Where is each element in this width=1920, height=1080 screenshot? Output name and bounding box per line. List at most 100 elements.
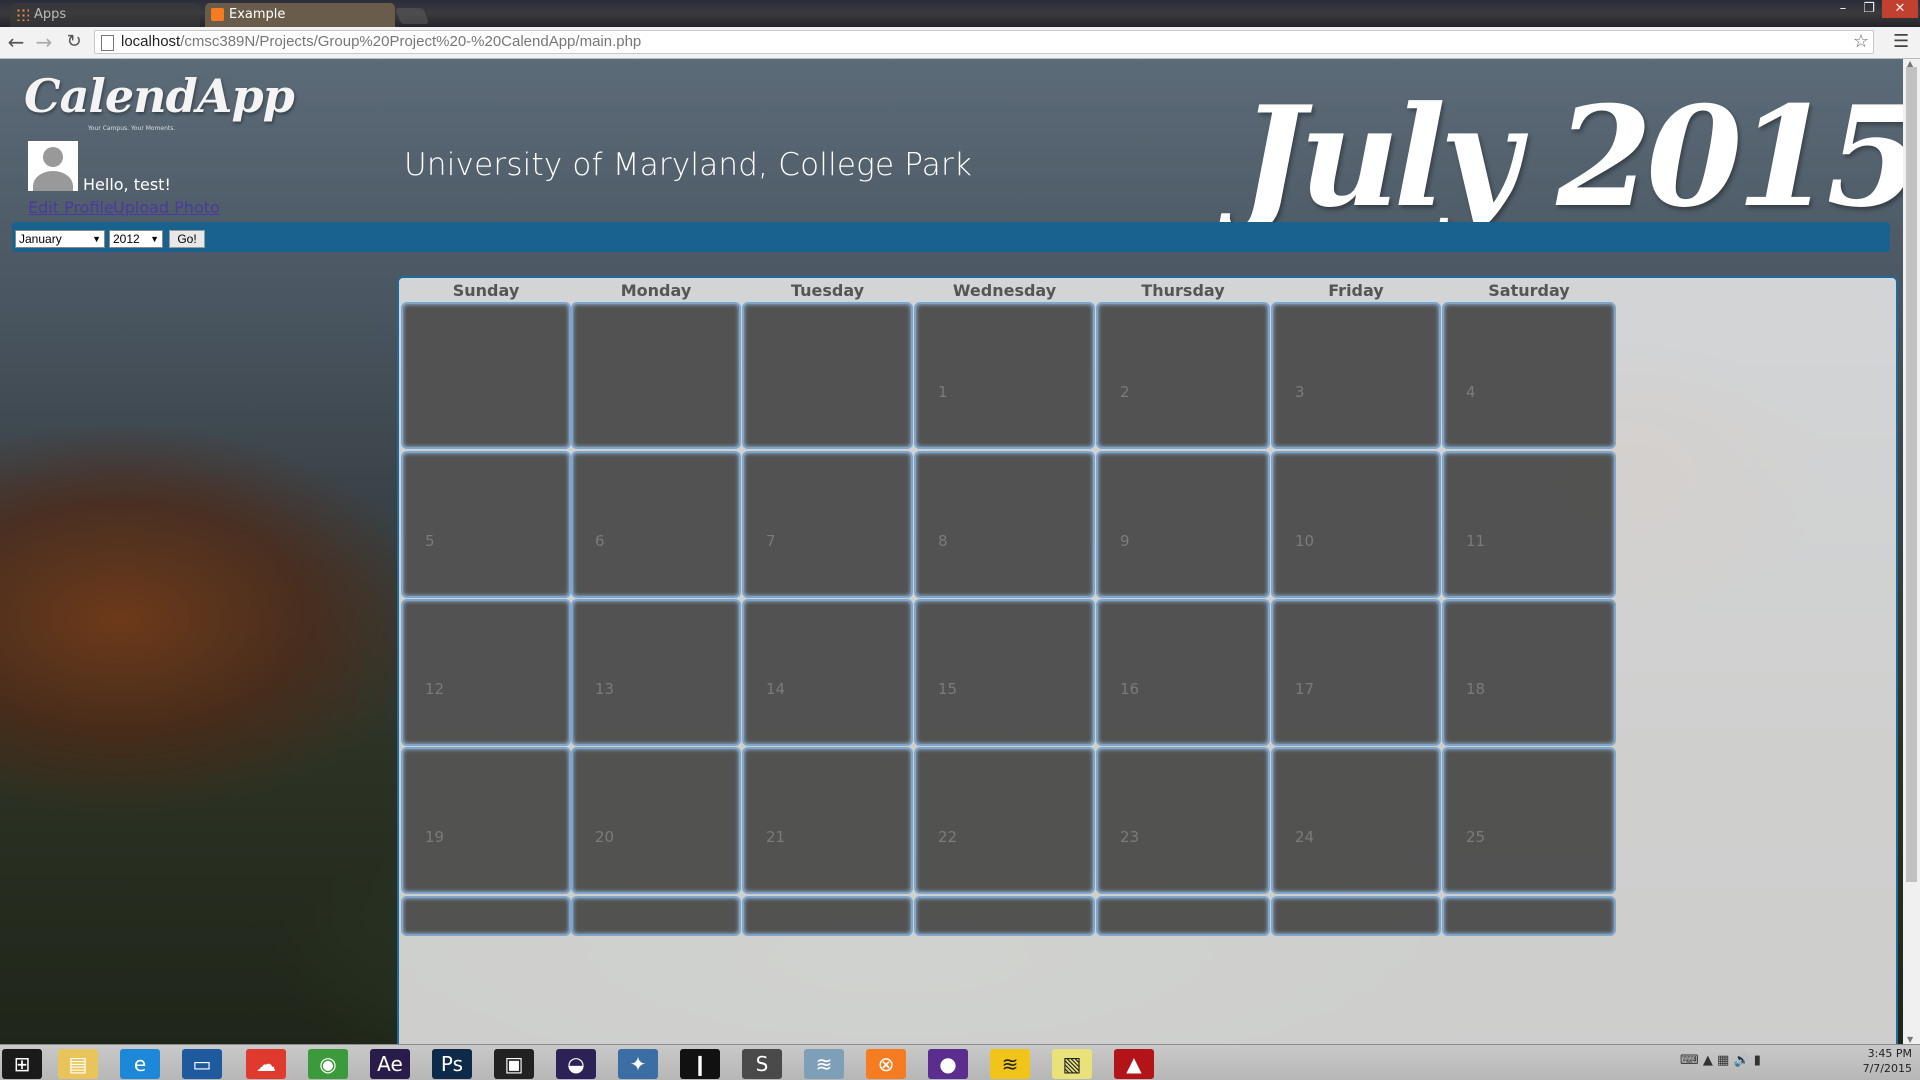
scroll-down-icon[interactable]: ▼ xyxy=(1907,1035,1913,1044)
clock-date[interactable]: 7/7/2015 xyxy=(1856,1062,1912,1075)
back-button[interactable]: ← xyxy=(4,30,28,54)
calendar-day-cell[interactable]: 23 xyxy=(1096,747,1270,894)
minimize-button[interactable]: – xyxy=(1830,0,1856,18)
month-select[interactable]: January ▼ xyxy=(15,230,105,248)
calendar-day-cell[interactable]: 3 xyxy=(1271,302,1441,449)
calendar-day-cell[interactable]: 11 xyxy=(1442,451,1616,598)
day-number: 9 xyxy=(1120,532,1130,550)
tab-apps[interactable]: Apps xyxy=(10,3,200,27)
tab-example[interactable]: Example xyxy=(205,3,395,27)
windows-start-icon-glyph: ⊞ xyxy=(13,1052,31,1076)
day-number: 1 xyxy=(938,383,948,401)
calendar-day-cell[interactable]: 15 xyxy=(914,599,1095,746)
calendar-day-cell[interactable]: 22 xyxy=(914,747,1095,894)
xampp-icon[interactable]: ⊗ xyxy=(866,1049,906,1079)
year-select[interactable]: 2012 ▼ xyxy=(109,230,163,248)
calendar-day-cell[interactable] xyxy=(1096,896,1270,936)
acrobat-icon-glyph: ▲ xyxy=(1126,1052,1142,1076)
calendar-day-cell[interactable] xyxy=(401,896,571,936)
hamburger-menu-icon[interactable]: ☰ xyxy=(1893,31,1909,52)
calendar-day-cell[interactable]: 7 xyxy=(742,451,913,598)
reload-button[interactable]: ↻ xyxy=(62,30,86,54)
page-icon xyxy=(101,35,114,51)
calendar-day-cell[interactable]: 6 xyxy=(571,451,741,598)
sticky-notes-icon-glyph: ▧ xyxy=(1062,1052,1082,1076)
github-icon[interactable]: ● xyxy=(928,1049,968,1079)
calendar-day-cell[interactable]: 25 xyxy=(1442,747,1616,894)
after-effects-icon[interactable]: Ae xyxy=(370,1049,410,1079)
calendar-day-cell[interactable]: 18 xyxy=(1442,599,1616,746)
system-tray[interactable]: ⌨ ▲ ▦ 🔊 ▮ xyxy=(1680,1053,1761,1068)
cloud-app-icon[interactable]: ☁ xyxy=(246,1049,286,1079)
calendar-day-cell[interactable]: 10 xyxy=(1271,451,1441,598)
photoshop-icon[interactable]: Ps xyxy=(432,1049,472,1079)
year-select-value: 2012 xyxy=(113,232,140,246)
month-title: July 2015 xyxy=(1240,75,1903,238)
cloud-app-icon-glyph: ☁ xyxy=(256,1052,276,1076)
calendar-day-cell[interactable]: 8 xyxy=(914,451,1095,598)
calendar-day-cell[interactable]: 16 xyxy=(1096,599,1270,746)
calendar-day-cell[interactable] xyxy=(571,896,741,936)
close-button[interactable]: ✕ xyxy=(1882,0,1918,18)
calendar-day-cell[interactable] xyxy=(1442,896,1616,936)
day-number: 13 xyxy=(595,680,615,698)
internet-explorer-icon[interactable]: e xyxy=(120,1049,160,1079)
calendar-day-cell[interactable]: 14 xyxy=(742,599,913,746)
calendar-day-cell[interactable]: 4 xyxy=(1442,302,1616,449)
video-editor-icon[interactable]: ▣ xyxy=(494,1049,534,1079)
date-nav-bar: January ▼ 2012 ▼ Go! xyxy=(12,222,1890,252)
chrome-icon[interactable]: ◉ xyxy=(308,1049,348,1079)
calendar-day-cell[interactable] xyxy=(401,302,571,449)
forward-button[interactable]: → xyxy=(32,30,56,54)
calendar-day-cell[interactable]: 2 xyxy=(1096,302,1270,449)
acrobat-icon[interactable]: ▲ xyxy=(1114,1049,1154,1079)
windows-start-icon[interactable]: ⊞ xyxy=(2,1049,42,1079)
url-path: /cmsc389N/Projects/Group%20Project%20-%2… xyxy=(180,33,642,50)
calendar-day-cell[interactable]: 24 xyxy=(1271,747,1441,894)
weekday-thursday: Thursday xyxy=(1141,281,1225,300)
sticky-notes-icon[interactable]: ▧ xyxy=(1052,1049,1092,1079)
calendar-day-cell[interactable]: 19 xyxy=(401,747,571,894)
eclipse-icon[interactable]: ◒ xyxy=(556,1049,596,1079)
maximize-button[interactable]: ❐ xyxy=(1856,0,1882,18)
calendar-day-cell[interactable]: 1 xyxy=(914,302,1095,449)
day-number: 5 xyxy=(425,532,435,550)
calendar-day-cell[interactable]: 5 xyxy=(401,451,571,598)
weekday-tuesday: Tuesday xyxy=(790,281,865,300)
calendar-day-cell[interactable] xyxy=(742,302,913,449)
wireshark-icon[interactable]: ≋ xyxy=(804,1049,844,1079)
edit-profile-link[interactable]: Edit Profile xyxy=(28,198,114,217)
calendar-day-cell[interactable]: 17 xyxy=(1271,599,1441,746)
upload-photo-link[interactable]: Upload Photo xyxy=(113,198,220,217)
scroll-thumb[interactable] xyxy=(1906,67,1917,882)
day-number: 17 xyxy=(1295,680,1315,698)
page-scrollbar[interactable]: ▲ ▼ xyxy=(1903,59,1920,1044)
calendar-day-cell[interactable] xyxy=(742,896,913,936)
browser-toolbar: ← → ↻ localhost/cmsc389N/Projects/Group%… xyxy=(0,27,1920,59)
new-tab-button[interactable] xyxy=(395,8,429,24)
calendar-day-cell[interactable]: 9 xyxy=(1096,451,1270,598)
star-icon[interactable]: ☆ xyxy=(1853,31,1869,53)
calendar-day-cell[interactable]: 12 xyxy=(401,599,571,746)
day-number: 6 xyxy=(595,532,605,550)
spotify-icon[interactable]: ≋ xyxy=(990,1049,1030,1079)
command-prompt-icon[interactable]: ❙ xyxy=(680,1049,720,1079)
python-icon[interactable]: ✦ xyxy=(618,1049,658,1079)
eclipse-icon-glyph: ◒ xyxy=(567,1052,585,1076)
clock-time[interactable]: 3:45 PM xyxy=(1856,1047,1912,1060)
file-explorer-icon[interactable]: ▤ xyxy=(58,1049,98,1079)
calendar-day-cell[interactable]: 20 xyxy=(571,747,741,894)
after-effects-icon-glyph: Ae xyxy=(377,1052,403,1076)
calendar-day-cell[interactable]: 13 xyxy=(571,599,741,746)
calendar-day-cell[interactable] xyxy=(1271,896,1441,936)
url-text[interactable]: localhost/cmsc389N/Projects/Group%20Proj… xyxy=(121,31,641,53)
calendar-day-cell[interactable] xyxy=(571,302,741,449)
calendar-day-cell[interactable]: 21 xyxy=(742,747,913,894)
address-bar[interactable]: localhost/cmsc389N/Projects/Group%20Proj… xyxy=(94,30,1874,54)
calendar-day-cell[interactable] xyxy=(914,896,1095,936)
go-button[interactable]: Go! xyxy=(169,230,205,248)
lenovo-app-icon[interactable]: ▭ xyxy=(182,1049,222,1079)
month-select-value: January xyxy=(19,232,62,246)
app-logo[interactable]: CalendApp xyxy=(24,69,295,123)
sublime-text-icon[interactable]: S xyxy=(742,1049,782,1079)
